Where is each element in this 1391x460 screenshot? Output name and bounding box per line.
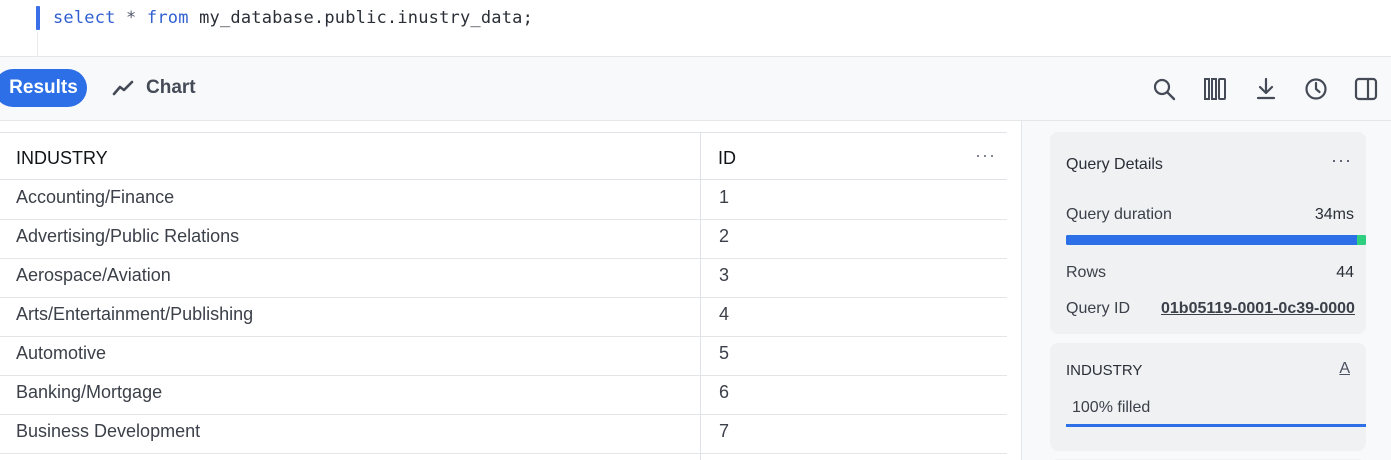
- star-operator: *: [126, 8, 137, 28]
- rows-value: 44: [1336, 264, 1354, 281]
- text-type-icon: A: [1339, 360, 1350, 377]
- duration-bar-fill: [1066, 235, 1366, 245]
- cell-industry[interactable]: Business Development: [16, 421, 200, 442]
- cell-industry[interactable]: Automotive: [16, 343, 106, 364]
- query-id-link[interactable]: 01b05119-0001-0c39-0000: [1161, 300, 1367, 318]
- cell-industry[interactable]: Banking/Mortgage: [16, 382, 162, 403]
- cell-id[interactable]: 7: [719, 421, 729, 442]
- rows-label: Rows: [1066, 264, 1107, 281]
- columns-icon[interactable]: [1202, 76, 1228, 102]
- column-stats-card[interactable]: INDUSTRY A 100% filled: [1050, 343, 1366, 451]
- tab-chart[interactable]: Chart: [112, 69, 196, 107]
- table-identifier: my_database.public.inustry_data;: [199, 8, 534, 28]
- cell-id[interactable]: 6: [719, 382, 729, 403]
- table-row[interactable]: Banking/Mortgage 6: [0, 376, 1007, 415]
- query-id-label: Query ID: [1066, 300, 1131, 317]
- fill-bar-fill: [1066, 424, 1366, 427]
- cell-industry[interactable]: Arts/Entertainment/Publishing: [16, 304, 253, 325]
- table-row[interactable]: Aerospace/Aviation 3: [0, 259, 1007, 298]
- download-icon[interactable]: [1253, 76, 1279, 102]
- fill-percentage-label: 100% filled: [1072, 399, 1151, 416]
- sql-code-line[interactable]: select * from my_database.public.inustry…: [53, 8, 533, 28]
- cell-id[interactable]: 4: [719, 304, 729, 325]
- grid-header: INDUSTRY ID ···: [0, 133, 1007, 180]
- active-line-marker: [36, 6, 40, 30]
- table-row[interactable]: Advertising/Public Relations 2: [0, 220, 1007, 259]
- cell-industry[interactable]: Advertising/Public Relations: [16, 226, 239, 247]
- cell-id[interactable]: 2: [719, 226, 729, 247]
- table-row[interactable]: Automotive 5: [0, 337, 1007, 376]
- cell-id[interactable]: 3: [719, 265, 729, 286]
- query-details-title: Query Details: [1066, 156, 1163, 173]
- tab-results-label: Results: [9, 77, 78, 98]
- cell-id[interactable]: 5: [719, 343, 729, 364]
- history-icon[interactable]: [1303, 76, 1329, 102]
- panel-toggle-icon[interactable]: [1353, 76, 1379, 102]
- fill-percentage-bar: [1066, 424, 1366, 427]
- column-header-id[interactable]: ID: [718, 148, 736, 169]
- sql-editor[interactable]: select * from my_database.public.inustry…: [0, 0, 1391, 57]
- tab-chart-label: Chart: [146, 77, 196, 98]
- editor-gutter-line: [37, 32, 38, 57]
- query-details-card: Query Details ··· Query duration 34ms Ro…: [1050, 132, 1366, 334]
- results-grid: INDUSTRY ID ··· Accounting/Finance 1 Adv…: [0, 132, 1007, 460]
- table-row[interactable]: Accounting/Finance 1: [0, 181, 1007, 220]
- results-toolbar: Results Chart: [0, 57, 1391, 121]
- tab-results[interactable]: Results: [0, 69, 87, 107]
- column-header-industry[interactable]: INDUSTRY: [16, 148, 108, 169]
- more-options-icon[interactable]: ···: [1331, 150, 1352, 171]
- line-chart-icon: [112, 80, 134, 96]
- cell-industry[interactable]: Aerospace/Aviation: [16, 265, 171, 286]
- table-row[interactable]: Arts/Entertainment/Publishing 4: [0, 298, 1007, 337]
- query-duration-bar: [1066, 235, 1366, 245]
- search-icon[interactable]: [1151, 76, 1177, 102]
- column-options-icon[interactable]: ···: [975, 145, 996, 166]
- query-duration-value: 34ms: [1314, 206, 1354, 223]
- query-duration-label: Query duration: [1066, 206, 1172, 223]
- cell-industry[interactable]: Accounting/Finance: [16, 187, 174, 208]
- duration-bar-end-segment: [1357, 235, 1366, 245]
- query-details-panel: Query Details ··· Query duration 34ms Ro…: [1021, 121, 1391, 460]
- column-stats-name: INDUSTRY: [1066, 362, 1143, 379]
- keyword-from: from: [146, 8, 189, 28]
- keyword-select: select: [53, 8, 116, 28]
- table-row[interactable]: Business Development 7: [0, 415, 1007, 454]
- cell-id[interactable]: 1: [719, 187, 729, 208]
